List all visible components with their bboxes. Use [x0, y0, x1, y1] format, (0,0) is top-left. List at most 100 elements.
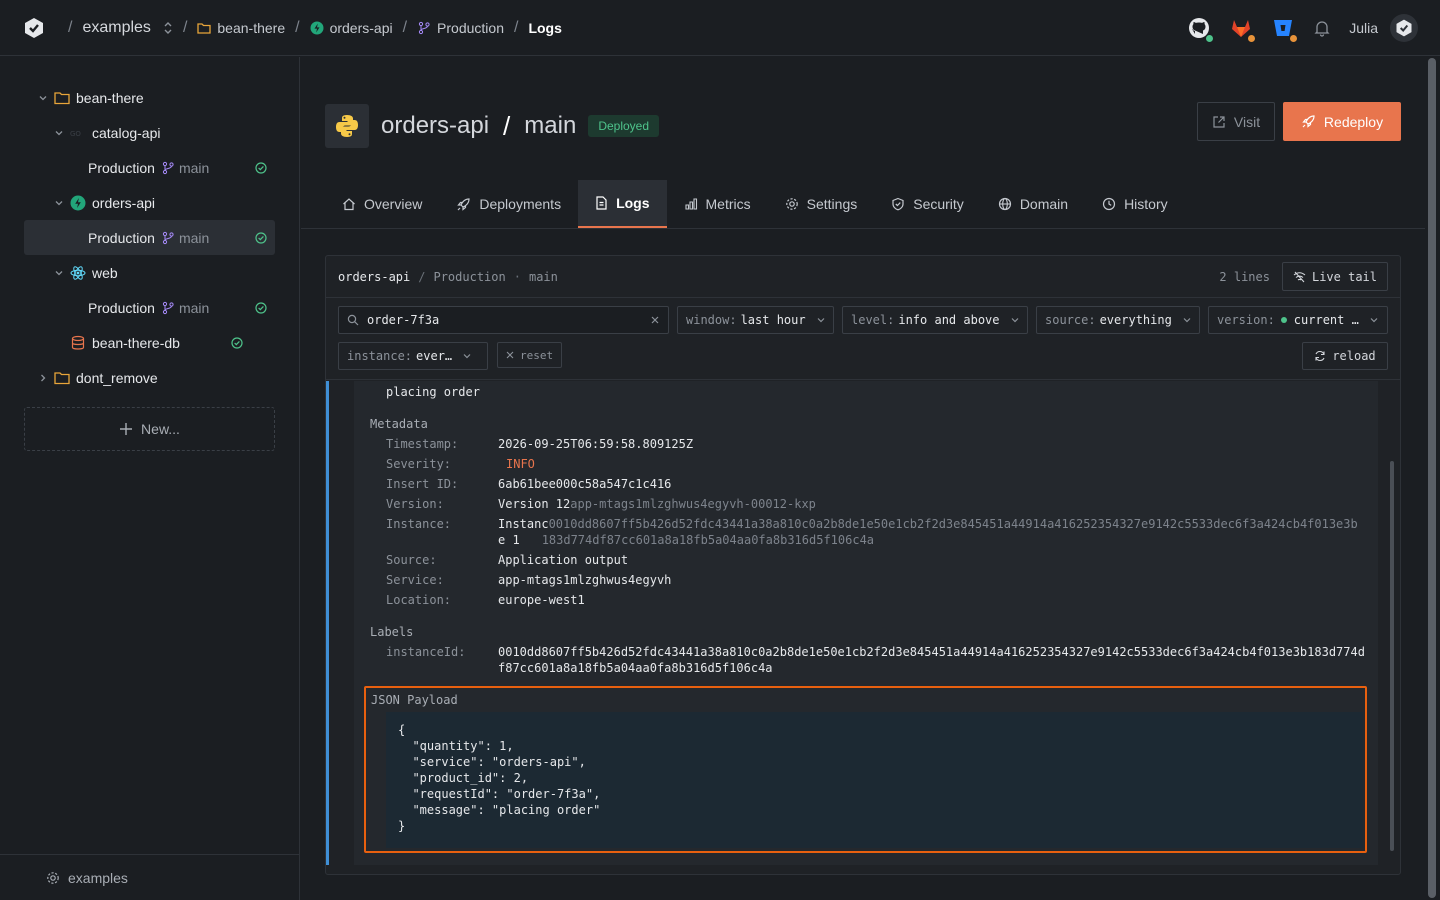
json-payload-title: JSON Payload	[371, 693, 458, 707]
tab-history[interactable]: History	[1085, 180, 1185, 228]
window-filter[interactable]: window: last hour	[677, 306, 834, 334]
reload-button[interactable]: reload	[1302, 342, 1388, 370]
close-icon[interactable]	[650, 315, 660, 325]
tab-security[interactable]: Security	[874, 180, 981, 228]
sidebar-item-label: web	[92, 264, 118, 281]
tab-label: Overview	[364, 196, 423, 212]
tab-metrics[interactable]: Metrics	[667, 180, 768, 228]
log-message: placing order	[386, 385, 480, 399]
sidebar-item-catalog-api-production[interactable]: Production main	[24, 150, 275, 185]
filter-key: window:	[686, 313, 737, 327]
gitlab-icon[interactable]	[1229, 16, 1257, 43]
external-link-icon	[1212, 115, 1226, 129]
logs-path-service: orders-api	[338, 269, 411, 284]
sidebar-item-web[interactable]: web	[24, 255, 275, 290]
logs-panel-header: orders-api / Production · main 2 lines L…	[326, 256, 1400, 298]
sidebar-item-orders-api-production[interactable]: Production main	[24, 220, 275, 255]
chevron-down-icon[interactable]	[52, 268, 66, 278]
breadcrumb-service[interactable]: orders-api	[310, 20, 393, 36]
plus-icon	[119, 422, 133, 436]
new-button[interactable]: New...	[24, 407, 275, 451]
workspace-settings-link[interactable]: examples	[0, 854, 300, 900]
insert-id-key: Insert ID:	[386, 477, 459, 491]
tab-overview[interactable]: Overview	[325, 180, 439, 228]
current-status-dot	[1280, 317, 1287, 323]
source-filter[interactable]: source: everything	[1036, 306, 1200, 334]
sidebar: bean-there GO catalog-api Production mai…	[0, 57, 300, 900]
chevron-down-icon[interactable]	[36, 93, 50, 103]
redeploy-button[interactable]: Redeploy	[1283, 102, 1401, 141]
live-tail-button[interactable]: Live tail	[1281, 262, 1388, 291]
breadcrumb-project[interactable]: bean-there	[197, 20, 285, 36]
search-input[interactable]: order-7f3a	[338, 306, 669, 334]
sidebar-item-orders-api[interactable]: orders-api	[24, 185, 275, 220]
app-logo-icon[interactable]	[22, 16, 46, 40]
tab-label: Domain	[1019, 196, 1069, 212]
log-list[interactable]: placing order Metadata Timestamp: 2026-0…	[326, 381, 1400, 865]
branch-tag: main	[161, 160, 209, 176]
chevron-right-icon[interactable]	[36, 373, 50, 383]
breadcrumb-separator: /	[182, 18, 188, 36]
close-icon	[506, 351, 514, 359]
json-payload-code[interactable]: { "quantity": 1, "service": "orders-api"…	[386, 712, 1363, 848]
tab-settings[interactable]: Settings	[768, 180, 875, 228]
version-filter[interactable]: version: current …	[1208, 306, 1388, 334]
logs-panel: orders-api / Production · main 2 lines L…	[325, 255, 1401, 875]
file-text-icon	[595, 196, 608, 210]
bitbucket-icon[interactable]	[1271, 16, 1299, 43]
sidebar-item-label: Production	[88, 159, 155, 176]
logs-path-environment: Production	[433, 269, 506, 284]
avatar[interactable]	[1390, 14, 1418, 42]
sidebar-item-bean-there-db[interactable]: bean-there-db	[24, 325, 275, 360]
github-icon[interactable]	[1187, 16, 1215, 43]
sidebar-item-catalog-api[interactable]: GO catalog-api	[24, 115, 275, 150]
timestamp-value: 2026-09-25T06:59:58.809125Z	[498, 437, 694, 451]
tab-label: Logs	[616, 195, 650, 211]
instance-filter[interactable]: instance: ever…	[338, 342, 488, 370]
search-value: order-7f3a	[367, 313, 440, 327]
check-circle-icon	[255, 231, 267, 244]
visit-button[interactable]: Visit	[1197, 102, 1275, 141]
sidebar-item-dont-remove[interactable]: dont_remove	[24, 360, 275, 395]
sidebar-item-label: catalog-api	[92, 124, 161, 141]
tab-deployments[interactable]: Deployments	[439, 180, 578, 228]
tab-domain[interactable]: Domain	[981, 180, 1085, 228]
severity-key: Severity:	[386, 457, 452, 471]
chevron-down-icon[interactable]	[52, 198, 66, 208]
log-entry-expanded[interactable]: placing order Metadata Timestamp: 2026-0…	[354, 381, 1378, 865]
instance-main: e 1	[498, 533, 520, 547]
search-icon	[347, 314, 359, 326]
logs-path-branch: main	[528, 269, 558, 284]
refresh-icon	[1314, 350, 1326, 362]
instance-id-value: 0010dd8607ff5b426d52fdc43441a38a810c0a2b…	[498, 645, 1365, 659]
gear-icon	[785, 197, 799, 211]
page-scrollbar[interactable]	[1428, 58, 1436, 898]
check-circle-icon	[255, 301, 267, 314]
sidebar-item-bean-there[interactable]: bean-there	[24, 80, 275, 115]
reset-button[interactable]: reset	[497, 342, 563, 368]
user-name[interactable]: Julia	[1349, 20, 1378, 36]
globe-icon	[998, 197, 1012, 211]
log-scrollbar[interactable]	[1390, 461, 1394, 851]
environment-label: Production	[437, 19, 504, 36]
version-revision: app-mtags1mlzghwus4egyvh-00012-kxp	[570, 497, 816, 511]
breadcrumb-workspace[interactable]: examples	[82, 19, 172, 37]
sidebar-item-web-production[interactable]: Production main	[24, 290, 275, 325]
bar-chart-icon	[684, 197, 698, 211]
instance-value-line-1: Instanc0010dd8607ff5b426d52fdc43441a38a8…	[498, 517, 1358, 531]
service-label: orders-api	[329, 19, 393, 36]
breadcrumb-separator: /	[513, 18, 519, 36]
timestamp-key: Timestamp:	[386, 437, 459, 451]
metadata-title: Metadata	[370, 417, 428, 431]
bell-icon[interactable]	[1313, 19, 1331, 37]
service-value: app-mtags1mlzghwus4egyvh	[498, 573, 672, 587]
level-filter[interactable]: level: info and above	[842, 306, 1028, 334]
service-icon	[70, 195, 86, 211]
main-content: orders-api / main Deployed Visit Redeplo…	[301, 57, 1425, 900]
version-value: Version 12app-mtags1mlzghwus4egyvh-00012…	[498, 497, 816, 511]
check-circle-icon	[255, 161, 267, 174]
chevron-down-icon[interactable]	[52, 128, 66, 138]
filter-key: instance:	[347, 349, 413, 363]
breadcrumb-environment[interactable]: Production	[417, 20, 504, 36]
tab-logs[interactable]: Logs	[578, 180, 667, 228]
